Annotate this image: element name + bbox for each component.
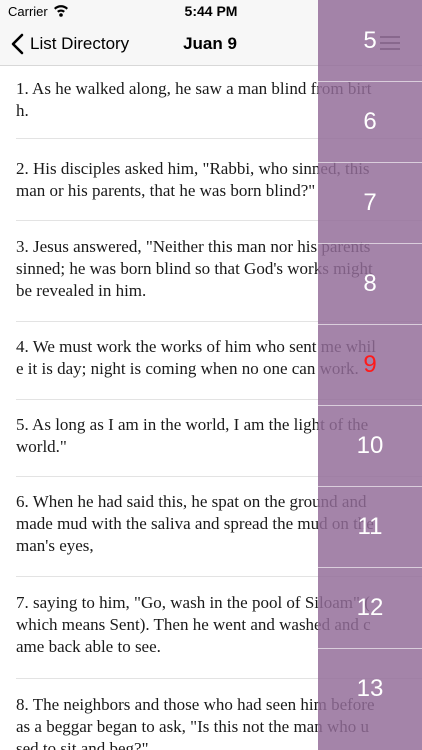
chapter-13-button[interactable]: 13 (318, 648, 422, 729)
chapter-9-button[interactable]: 9 (318, 324, 422, 405)
chapter-6-button[interactable]: 6 (318, 81, 422, 162)
chapter-7-button[interactable]: 7 (318, 162, 422, 243)
page-title: Juan 9 (183, 34, 237, 53)
chapter-5-button[interactable]: 5 (318, 0, 422, 81)
chapter-12-button[interactable]: 12 (318, 567, 422, 648)
back-label: List Directory (30, 34, 130, 53)
chapter-8-button[interactable]: 8 (318, 243, 422, 324)
chapter-10-button[interactable]: 10 (318, 405, 422, 486)
chapter-11-button[interactable]: 11 (318, 486, 422, 567)
chapter-index: 5 6 7 8 9 10 11 12 13 (318, 0, 422, 750)
chevron-left-icon (11, 33, 24, 55)
back-button[interactable]: List Directory (10, 32, 129, 56)
